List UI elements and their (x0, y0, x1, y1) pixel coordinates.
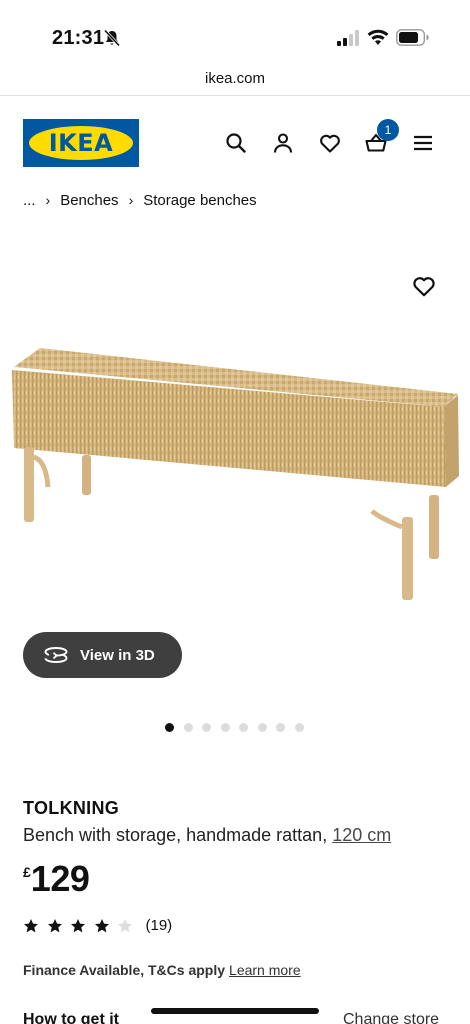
image-carousel-dots (165, 723, 313, 732)
product-size-link[interactable]: 120 cm (332, 825, 391, 845)
star-filled-icon (47, 918, 62, 932)
review-count: (19) (145, 917, 173, 934)
carousel-dot[interactable] (276, 723, 285, 732)
finance-text: Finance Available, T&Cs apply (23, 962, 226, 978)
rotate-3d-icon (44, 647, 68, 663)
add-to-wishlist-heart-icon[interactable] (411, 273, 437, 299)
logo-text: IKEA (48, 129, 114, 157)
url-text: ikea.com (204, 70, 266, 87)
carousel-dot[interactable] (183, 723, 193, 732)
learn-more-link[interactable]: Learn more (229, 962, 301, 978)
site-header: IKEA 1 (0, 97, 470, 187)
product-description-text: Bench with storage, handmade rattan, (23, 825, 328, 845)
price-currency: £ (23, 864, 31, 880)
carousel-dot[interactable] (239, 723, 248, 732)
carousel-dot[interactable] (294, 723, 304, 732)
carousel-dot[interactable] (165, 723, 174, 732)
product-name: TOLKNING (23, 798, 120, 818)
view-in-3d-label: View in 3D (80, 646, 155, 664)
ikea-logo[interactable]: IKEA (23, 119, 139, 167)
cellular-signal-icon (337, 30, 359, 46)
star-filled-icon (24, 918, 38, 932)
search-icon[interactable] (224, 131, 248, 155)
account-icon[interactable] (271, 131, 295, 155)
carousel-dot[interactable] (257, 723, 267, 732)
browser-address-bar[interactable]: ikea.com (0, 62, 470, 96)
bell-muted-icon (103, 29, 121, 47)
change-store-link[interactable]: Change store (343, 1011, 439, 1024)
breadcrumb: ... › Benches › Storage benches (23, 190, 257, 210)
product-image[interactable] (0, 255, 470, 630)
how-to-get-it-heading: How to get it (23, 1011, 119, 1024)
view-in-3d-button[interactable]: View in 3D (23, 632, 182, 678)
carousel-dot[interactable] (220, 723, 230, 732)
heart-icon[interactable] (318, 131, 342, 155)
chevron-right-icon: › (128, 192, 134, 208)
status-bar: 21:31 (0, 0, 470, 62)
product-rating[interactable]: (19) (23, 917, 172, 934)
star-filled-icon (94, 918, 109, 932)
basket-count-badge: 1 (377, 119, 399, 141)
breadcrumb-ellipsis[interactable]: ... (23, 192, 36, 209)
finance-info: Finance Available, T&Cs apply Learn more (23, 962, 301, 978)
home-indicator[interactable] (151, 1008, 319, 1014)
star-empty-icon (118, 918, 132, 932)
hamburger-menu-icon[interactable] (411, 131, 435, 155)
logo-oval: IKEA (29, 126, 133, 160)
carousel-dot[interactable] (202, 723, 211, 732)
product-description: Bench with storage, handmade rattan, 120… (23, 825, 391, 846)
chevron-right-icon: › (45, 192, 51, 208)
status-time: 21:31 (52, 27, 105, 49)
price-value: 129 (30, 858, 90, 899)
wifi-icon (367, 29, 389, 45)
breadcrumb-storage-benches[interactable]: Storage benches (143, 192, 256, 209)
breadcrumb-benches[interactable]: Benches (60, 192, 118, 209)
battery-icon (396, 29, 429, 46)
product-price: £ 129 (23, 858, 90, 900)
star-filled-icon (71, 918, 85, 932)
